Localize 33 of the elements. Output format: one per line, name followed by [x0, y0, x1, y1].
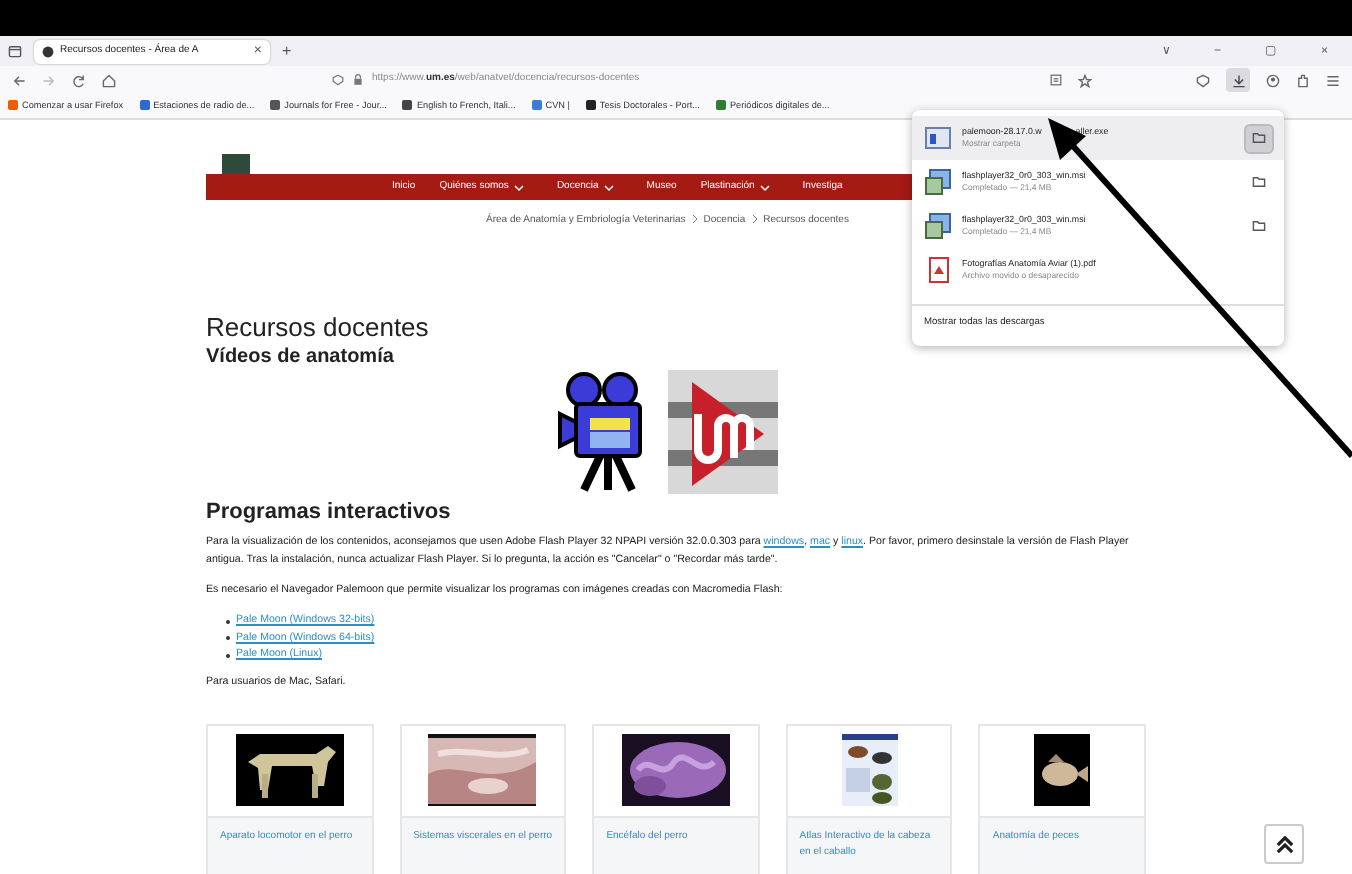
downloads-button[interactable] [1226, 68, 1250, 92]
folder-icon [1252, 176, 1266, 188]
download-icon [1231, 73, 1245, 87]
tab-list-icon[interactable] [8, 44, 22, 58]
globe-icon [42, 45, 54, 57]
reload-icon[interactable] [72, 73, 86, 87]
pdf-file-icon [924, 256, 952, 284]
section-heading: Programas interactivos [206, 500, 453, 527]
show-in-folder-button[interactable] [1246, 125, 1272, 151]
chevron-right-icon [751, 214, 758, 224]
folder-icon [1252, 132, 1266, 144]
shield-icon [332, 74, 344, 86]
extensions-icon[interactable] [1296, 73, 1310, 87]
reader-view-icon[interactable] [1050, 74, 1062, 86]
shield-icon[interactable] [1196, 73, 1210, 87]
chevron-right-icon [691, 214, 698, 224]
installer-icon [924, 212, 952, 240]
star-icon[interactable] [1078, 73, 1092, 87]
application-icon [924, 124, 952, 152]
home-icon[interactable] [102, 73, 116, 87]
menu-icon[interactable] [1326, 73, 1340, 87]
page-title: Recursos docentes [206, 311, 429, 343]
media-logo [667, 370, 777, 495]
double-chevron-up-icon [1275, 835, 1293, 853]
lock-icon [352, 74, 364, 86]
account-icon[interactable] [1266, 73, 1280, 87]
folder-icon [1252, 220, 1266, 232]
section-heading: Vídeos de anatomía [206, 346, 396, 371]
logo-icon [222, 154, 250, 174]
back-to-top-button[interactable] [1264, 824, 1304, 864]
installer-icon [924, 168, 952, 196]
back-icon[interactable] [12, 73, 26, 87]
new-tab-button[interactable]: + [282, 43, 292, 59]
